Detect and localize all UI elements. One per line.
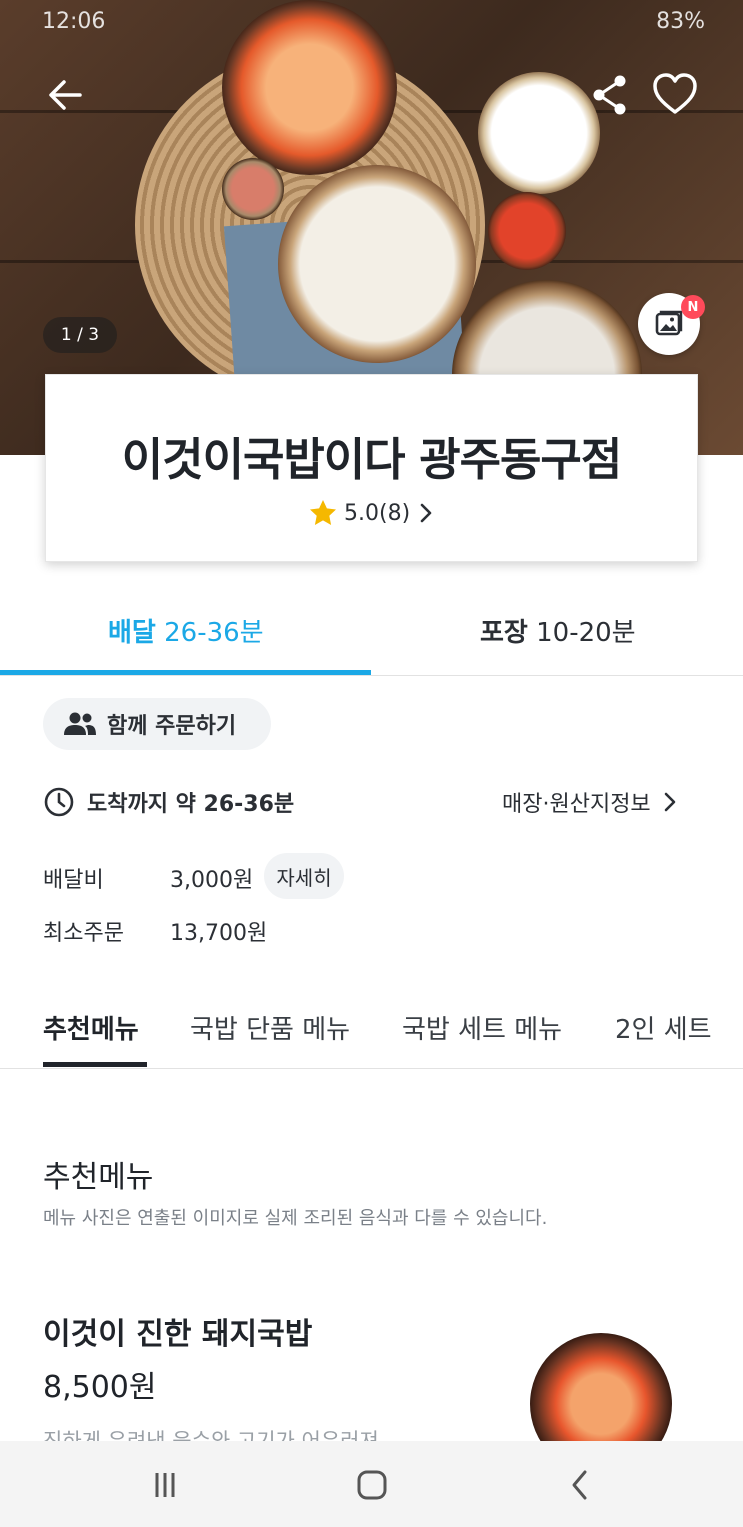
system-nav-bar — [0, 1441, 743, 1527]
tab-recommended[interactable]: 추천메뉴 — [43, 1009, 139, 1046]
heart-icon — [653, 73, 697, 114]
favorite-button[interactable] — [650, 70, 700, 120]
arrival-time: 도착까지 약 26-36분 — [43, 786, 294, 818]
tab-delivery[interactable]: 배달 26-36분 — [108, 612, 264, 649]
delivery-fee-value: 3,000원 — [170, 868, 254, 893]
home-icon — [357, 1470, 387, 1500]
tab-pickup[interactable]: 포장 10-20분 — [480, 612, 636, 649]
rice-bowl — [478, 72, 600, 194]
arrow-left-icon — [49, 80, 82, 110]
section-note: 메뉴 사진은 연출된 이미지로 실제 조리된 음식과 다를 수 있습니다. — [43, 1208, 548, 1229]
photo-icon — [655, 310, 683, 336]
back-button[interactable] — [40, 70, 90, 120]
rating-value: 5.0(8) — [344, 500, 411, 526]
white-soup-bowl — [278, 165, 476, 363]
status-battery: 83% — [656, 9, 705, 34]
menu-item-name: 이것이 진한 돼지국밥 — [43, 1317, 313, 1352]
min-order-label: 최소주문 — [43, 921, 124, 946]
store-title-card: 이것이국밥이다 광주동구점 — [45, 374, 698, 562]
group-order-label: 함께 주문하기 — [107, 714, 237, 739]
kimchi-bowl — [488, 192, 566, 270]
share-icon — [593, 75, 626, 115]
recent-apps-button[interactable] — [145, 1465, 185, 1505]
image-counter: 1 / 3 — [43, 317, 117, 353]
chevron-right-icon — [420, 503, 432, 523]
chevron-left-icon — [572, 1470, 587, 1500]
recent-apps-icon — [155, 1473, 175, 1497]
tab-gukbap-set[interactable]: 국밥 세트 메뉴 — [402, 1009, 562, 1046]
menu-item-price: 8,500원 — [43, 1370, 157, 1405]
clock-icon — [44, 787, 74, 817]
star-icon — [310, 500, 336, 525]
tab-gukbap-single[interactable]: 국밥 단품 메뉴 — [190, 1009, 350, 1046]
order-type-tabs: 배달 26-36분 포장 10-20분 — [0, 590, 743, 676]
group-order-button[interactable]: 함께 주문하기 — [43, 698, 271, 750]
people-icon — [64, 712, 96, 735]
active-category-indicator — [43, 1062, 147, 1067]
store-name: 이것이국밥이다 광주동구점 — [121, 433, 622, 486]
min-order-value: 13,700원 — [170, 921, 268, 946]
delivery-fee-label: 배달비 — [43, 868, 104, 893]
rating-link[interactable]: 5.0(8) — [308, 497, 436, 529]
tab-two-person-set[interactable]: 2인 세트 — [615, 1009, 712, 1046]
system-back-button[interactable] — [560, 1465, 600, 1505]
share-button[interactable] — [588, 70, 632, 120]
store-info-label: 매장·원산지정보 — [502, 792, 651, 817]
tab-delivery-time: 26-36분 — [164, 618, 264, 648]
status-bar: 12:06 83% — [0, 0, 743, 44]
status-time: 12:06 — [42, 9, 106, 34]
active-tab-indicator — [0, 670, 371, 675]
menu-category-tabs: 추천메뉴 국밥 단품 메뉴 국밥 세트 메뉴 2인 세트 — [0, 995, 743, 1069]
new-badge: N — [681, 295, 705, 319]
tab-pickup-time: 10-20분 — [536, 618, 636, 648]
store-info-link[interactable]: 매장·원산지정보 — [502, 786, 679, 818]
side-dish-bowl — [222, 158, 284, 220]
arrival-text: 도착까지 약 26-36분 — [87, 792, 295, 817]
home-button[interactable] — [352, 1465, 392, 1505]
chevron-right-icon — [664, 792, 675, 812]
section-title: 추천메뉴 — [43, 1160, 154, 1195]
fee-detail-button[interactable]: 자세히 — [264, 853, 344, 899]
tab-pickup-label: 포장 — [480, 618, 528, 648]
tab-delivery-label: 배달 — [108, 618, 156, 648]
